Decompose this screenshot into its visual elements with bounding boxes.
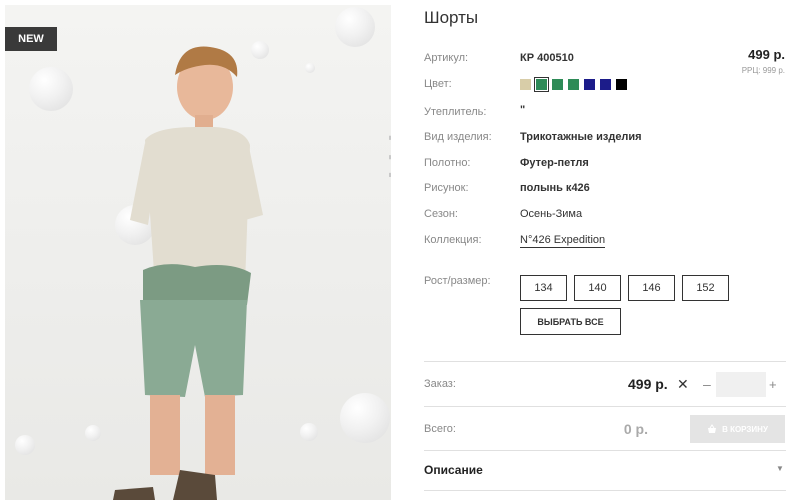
description-toggle[interactable]: Описание: [424, 463, 483, 477]
divider: [424, 450, 786, 451]
product-price: 499 р.: [748, 47, 785, 62]
divider: [424, 490, 786, 491]
size-button-152[interactable]: 152: [682, 275, 729, 301]
color-swatch[interactable]: [584, 79, 595, 90]
size-label: Рост/размер:: [424, 275, 491, 287]
type-value: Трикотажные изделия: [520, 131, 642, 143]
order-price: 499 р.: [628, 376, 668, 392]
season-value: Осень-Зима: [520, 208, 583, 220]
color-swatch[interactable]: [568, 79, 579, 90]
pattern-label: Рисунок:: [424, 182, 469, 194]
color-swatch[interactable]: [520, 79, 531, 90]
brand-logo: crockid: [385, 132, 391, 247]
color-swatch[interactable]: [534, 77, 549, 92]
color-swatch[interactable]: [552, 79, 563, 90]
size-button-134[interactable]: 134: [520, 275, 567, 301]
type-label: Вид изделия:: [424, 131, 492, 143]
color-label: Цвет:: [424, 78, 452, 90]
collection-link-text[interactable]: N°426 Expedition: [520, 234, 606, 248]
article-value: КР 400510: [520, 52, 574, 64]
basket-icon: [708, 424, 717, 433]
order-label: Заказ:: [424, 378, 456, 390]
collection-link[interactable]: N°426 Expedition: [520, 234, 606, 248]
child-figure: [113, 46, 263, 500]
recommended-price: РРЦ: 999 р.: [741, 66, 785, 75]
color-swatch[interactable]: [616, 79, 627, 90]
decrement-button[interactable]: –: [703, 376, 711, 392]
divider: [424, 406, 786, 407]
fabric-label: Полотно:: [424, 157, 471, 169]
divider: [424, 361, 786, 362]
new-badge: NEW: [5, 27, 57, 51]
quantity-input[interactable]: [716, 372, 766, 397]
total-label: Всего:: [424, 423, 456, 435]
increment-button[interactable]: +: [769, 377, 777, 392]
color-swatches: [520, 77, 627, 92]
times-icon: ✕: [677, 376, 689, 392]
size-options: 134 140 146 152: [520, 275, 729, 301]
chevron-down-icon[interactable]: ▼: [776, 464, 784, 473]
insulation-label: Утеплитель:: [424, 106, 487, 118]
insulation-value: ": [520, 104, 526, 116]
size-button-146[interactable]: 146: [628, 275, 675, 301]
season-label: Сезон:: [424, 208, 458, 220]
collection-label: Коллекция:: [424, 234, 482, 246]
product-title: Шорты: [424, 8, 479, 27]
select-all-button[interactable]: ВЫБРАТЬ ВСЕ: [520, 308, 621, 335]
add-to-cart-button[interactable]: В КОРЗИНУ: [690, 415, 785, 443]
product-photo[interactable]: NEW crockid: [5, 5, 391, 500]
article-label: Артикул:: [424, 52, 469, 64]
pattern-value: полынь к426: [520, 182, 590, 194]
total-value: 0 р.: [623, 421, 648, 437]
add-to-cart-label: В КОРЗИНУ: [722, 424, 768, 434]
color-swatch[interactable]: [600, 79, 611, 90]
size-button-140[interactable]: 140: [574, 275, 621, 301]
fabric-value: Футер-петля: [520, 157, 589, 169]
